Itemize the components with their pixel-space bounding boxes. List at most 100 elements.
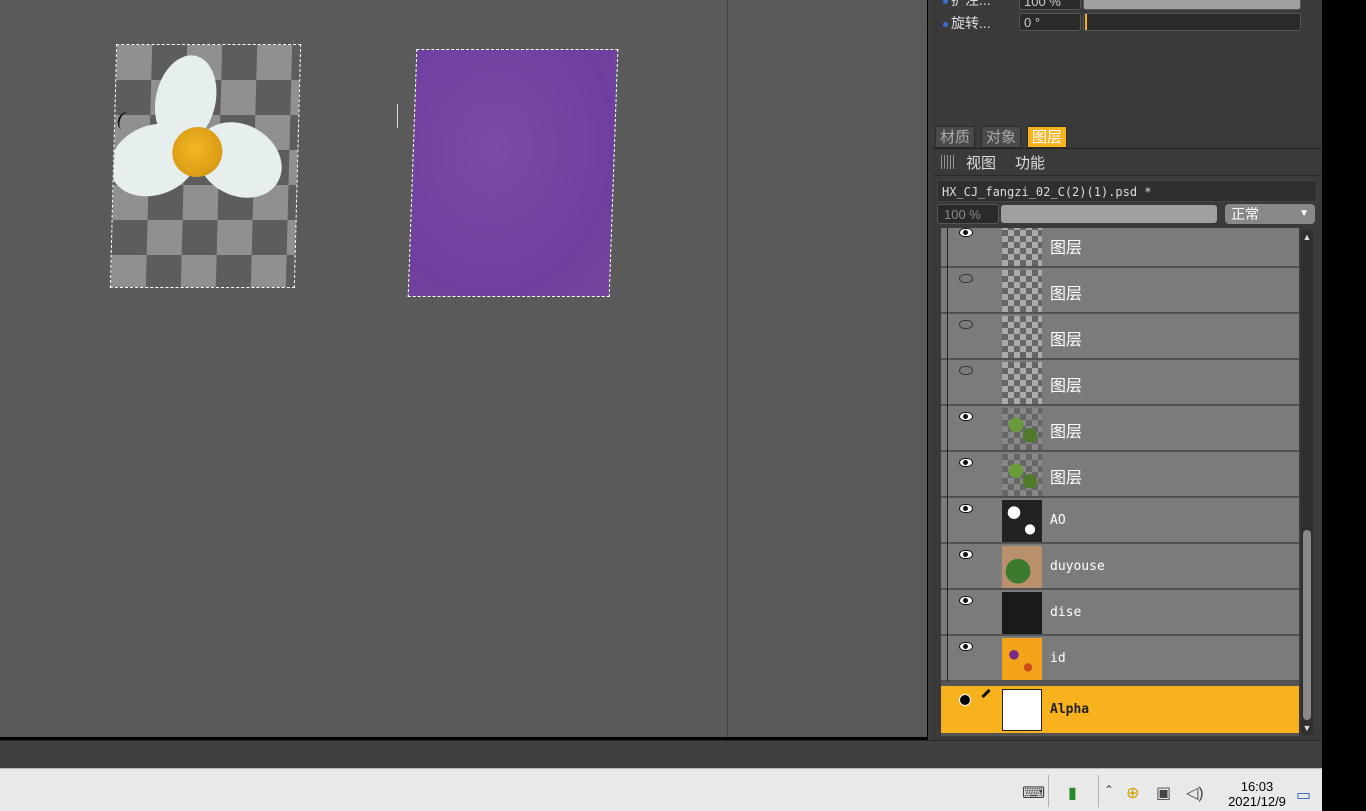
network-icon[interactable]: ▣ [1156,783,1171,803]
eye-icon[interactable] [959,596,973,605]
rotate-slider[interactable] [1083,13,1301,31]
tab-object[interactable]: 对象 [981,126,1022,148]
group-bracket [947,406,948,452]
layer-thumbnail [1002,270,1042,312]
eye-icon[interactable] [959,642,973,651]
layer-thumbnail [1002,689,1042,731]
group-bracket [947,228,948,268]
property-row-scale: 扩注... [943,0,991,10]
layer-thumbnail [1002,228,1042,266]
layer-menubar: 视图 功能 [933,149,1322,176]
tab-material[interactable]: 材质 [935,126,976,148]
group-bracket [947,590,948,636]
eye-hidden-icon[interactable] [959,366,973,375]
eye-icon[interactable] [959,412,973,421]
group-bracket [947,268,948,314]
layer-row[interactable]: 图层 [941,452,1299,498]
layer-scrollbar[interactable]: ▲ ▼ [1301,230,1313,735]
eye-hidden-icon[interactable] [959,274,973,283]
layer-name: 图层 [1050,468,1083,487]
system-clock[interactable]: 16:03 2021/12/9 [1222,779,1292,809]
eye-icon[interactable] [959,550,973,559]
menu-view[interactable]: 视图 [966,152,996,173]
layer-row[interactable]: 图层 [941,360,1299,406]
layer-thumbnail [1002,454,1042,496]
scale-slider[interactable] [1083,0,1301,10]
text-cursor-mark [397,104,398,128]
clock-date: 2021/12/9 [1228,794,1286,809]
group-bracket [947,498,948,544]
group-bracket [947,314,948,360]
rotate-spinbox[interactable]: 0 ° [1019,13,1081,31]
property-label: 旋转... [951,15,991,31]
viewport-divider [727,0,728,737]
eye-icon[interactable] [959,228,973,237]
mask-icon[interactable] [959,694,971,706]
group-bracket [947,360,948,406]
flower-texture-preview[interactable] [109,44,302,288]
chevron-down-icon: ▼ [1299,208,1309,219]
layer-row[interactable]: duyouse [941,544,1299,590]
opacity-slider[interactable] [1001,205,1217,223]
scale-spinbox[interactable]: 100 % [1019,0,1081,10]
keyboard-icon[interactable]: ⌨ [1022,783,1045,803]
security-shield-icon[interactable]: ⊕ [1126,783,1139,803]
layer-row-selected[interactable]: Alpha [941,686,1299,734]
panel-tabs: 材质 对象 图层 [933,124,1322,150]
layer-name: Alpha [1050,702,1090,717]
layer-name: 图层 [1050,330,1083,349]
layer-thumbnail [1002,408,1042,450]
group-bracket [947,636,948,682]
show-desktop-icon[interactable]: ▭ [1296,785,1311,805]
group-bracket [947,544,948,590]
blend-mode-dropdown[interactable]: 正常 ▼ [1225,204,1315,224]
eye-icon[interactable] [959,504,973,513]
group-bracket [947,452,948,498]
purple-texture-preview[interactable] [407,49,619,297]
layer-name: AO [1050,513,1066,528]
opacity-spinbox[interactable]: 100 % [937,204,999,224]
texture-viewport[interactable] [0,0,927,737]
grip-icon [941,155,955,169]
layer-row[interactable]: AO [941,498,1299,544]
blend-mode-value: 正常 [1231,206,1259,222]
scroll-down-icon[interactable]: ▼ [1302,723,1312,733]
layer-name: 图层 [1050,376,1083,395]
volume-icon[interactable]: ◁) [1186,783,1204,803]
menu-function[interactable]: 功能 [1015,152,1045,173]
layer-row[interactable]: 图层 [941,406,1299,452]
brush-icon [981,688,991,699]
layer-name: 图层 [1050,238,1083,257]
layer-name: id [1050,651,1066,666]
layer-row[interactable]: 图层 [941,314,1299,360]
clock-time: 16:03 [1240,779,1274,794]
document-filename: HX_CJ_fangzi_02_C(2)(1).psd * [937,180,1317,202]
layer-name: 图层 [1050,284,1083,303]
eye-hidden-icon[interactable] [959,320,973,329]
layer-name: 图层 [1050,422,1083,441]
show-hidden-icons-icon[interactable]: ⌃ [1104,783,1114,797]
layer-thumbnail [1002,316,1042,358]
layer-row[interactable]: dise [941,590,1299,636]
layer-list: 图层 图层 图层 图层 图层 图层 AO duyouse dise id Alp… [941,228,1299,736]
tab-layers[interactable]: 图层 [1027,126,1068,148]
layer-row[interactable]: 图层 [941,228,1299,268]
eye-icon[interactable] [959,458,973,467]
layer-row[interactable]: 图层 [941,268,1299,314]
layer-name: duyouse [1050,559,1105,574]
layer-thumbnail [1002,546,1042,588]
screen-edge [1322,0,1366,810]
slider-handle[interactable] [1085,14,1087,30]
layer-name: dise [1050,605,1082,620]
tray-separator [1048,775,1049,807]
layer-row[interactable]: id [941,636,1299,682]
usb-device-icon[interactable]: ▮ [1068,783,1077,803]
status-bar [0,740,1322,768]
layer-thumbnail [1002,592,1042,634]
property-dot-icon [943,0,948,4]
right-panel: 扩注... 100 % 旋转... 0 ° 材质 对象 图层 视图 功能 HX_… [933,0,1322,740]
scroll-up-icon[interactable]: ▲ [1302,232,1312,242]
layer-thumbnail [1002,500,1042,542]
layer-thumbnail [1002,638,1042,680]
scrollbar-thumb[interactable] [1303,530,1311,720]
